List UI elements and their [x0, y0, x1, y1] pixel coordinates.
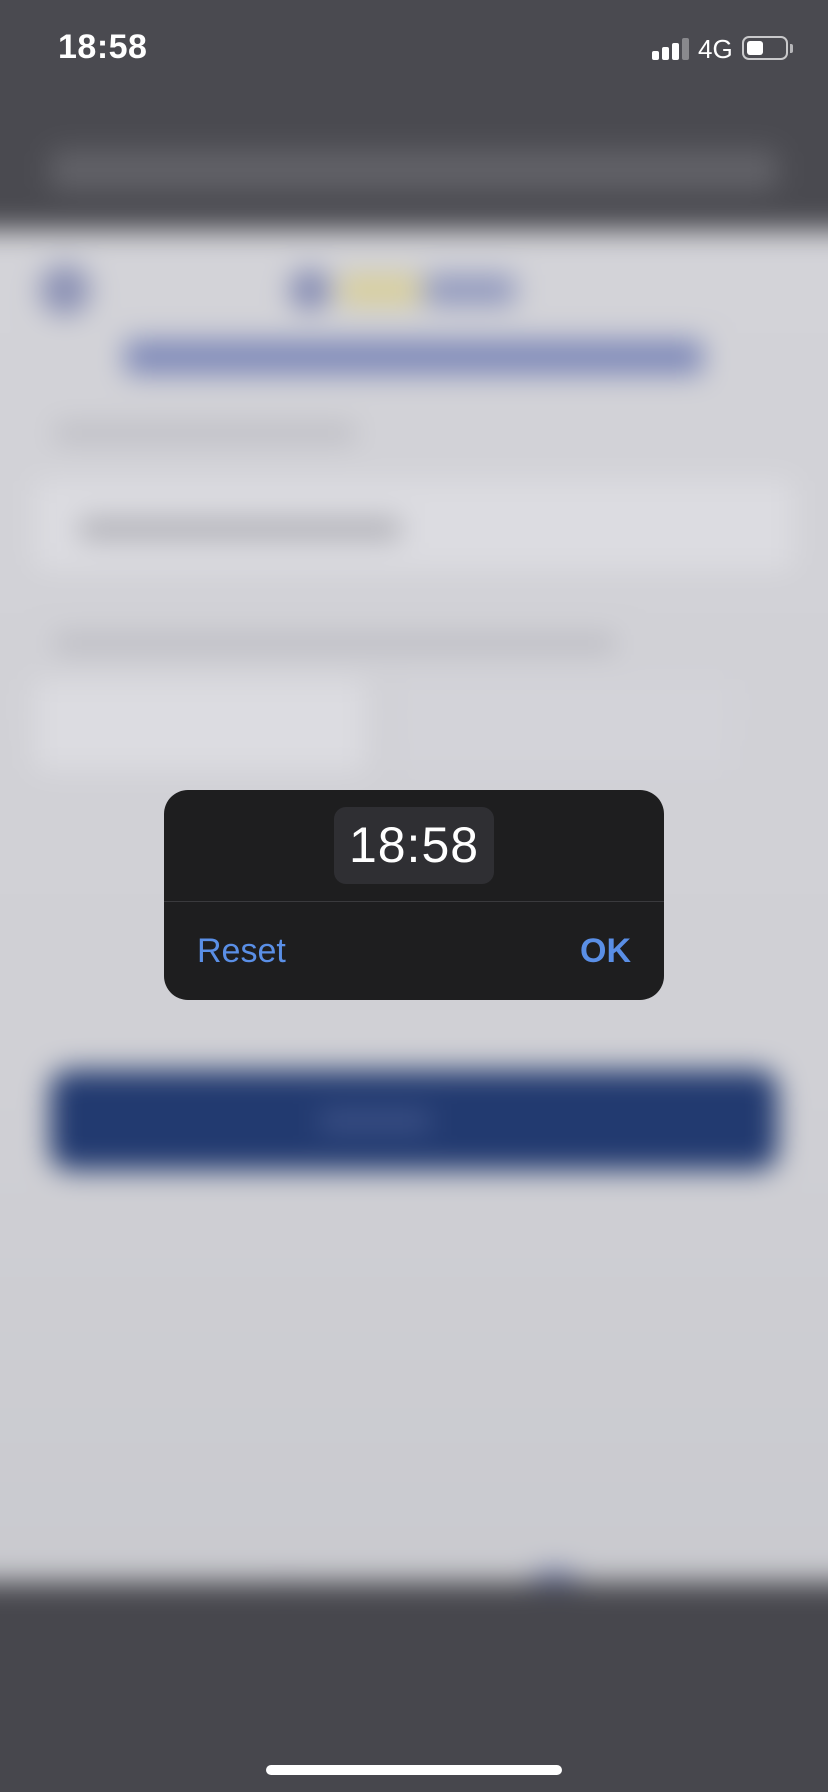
background-logo-part [340, 275, 420, 305]
background-field-label [55, 425, 355, 441]
background-heading [125, 340, 703, 374]
cellular-signal-icon [652, 38, 690, 60]
background-button-text [320, 1112, 430, 1130]
battery-icon [742, 36, 788, 60]
background-field-text [80, 520, 400, 538]
background-logo-part [425, 275, 515, 305]
home-indicator[interactable] [266, 1765, 562, 1775]
network-type: 4G [698, 34, 733, 64]
battery-level [747, 41, 763, 55]
background-time-field [400, 680, 730, 770]
time-picker-dialog: 18:58 Reset OK [164, 790, 664, 1000]
reset-button[interactable]: Reset [197, 902, 286, 1000]
background-url-bar [50, 150, 778, 190]
time-value[interactable]: 18:58 [334, 807, 494, 884]
background-menu-icon [40, 265, 90, 315]
battery-cap [790, 44, 793, 53]
background-toolbar [0, 1582, 828, 1792]
status-time: 18:58 [58, 28, 148, 66]
background-field-label [55, 635, 615, 651]
background-date-field [35, 680, 365, 770]
ok-button[interactable]: OK [580, 902, 631, 1000]
background-logo-mark [290, 270, 330, 310]
status-bar: 18:58 4G [0, 0, 828, 100]
